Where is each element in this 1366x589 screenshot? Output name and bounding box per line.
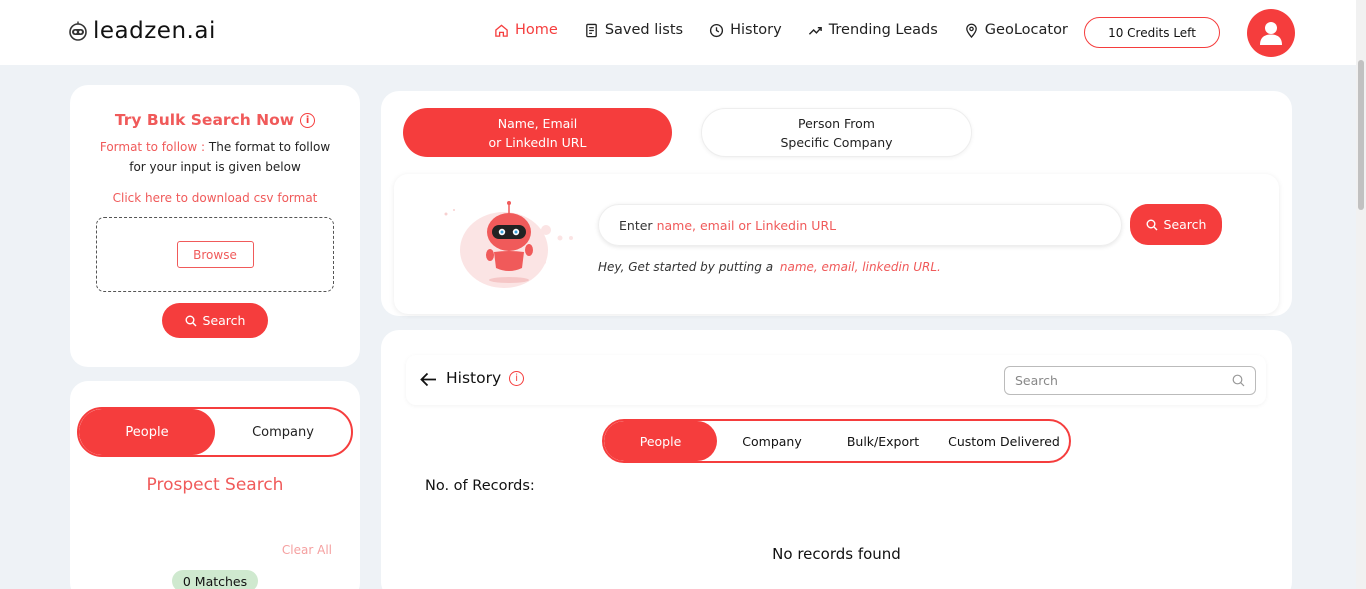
avatar[interactable] [1247, 9, 1295, 57]
history-tabs: People Company Bulk/Export Custom Delive… [602, 419, 1071, 463]
format-instructions: Format to follow : The format to follow … [70, 137, 360, 177]
prospect-search-card: People Company Prospect Search Clear All… [70, 381, 360, 589]
logo[interactable]: leadzen.ai [67, 18, 216, 44]
robot-illustration [444, 201, 573, 288]
nav-history-label: History [730, 22, 782, 38]
history-tab-bulk-export[interactable]: Bulk/Export [827, 421, 939, 461]
history-title: History [446, 369, 502, 387]
history-tab-custom-delivered[interactable]: Custom Delivered [939, 421, 1069, 461]
browse-button[interactable]: Browse [176, 241, 254, 268]
bulk-search-card: Try Bulk Search Now i Format to follow :… [70, 85, 360, 367]
tab-2-line-1: Person From [798, 115, 875, 131]
search-panel: Enter name, email or Linkedin URL Search… [394, 174, 1279, 314]
format-prefix: Format to follow : [99, 140, 206, 154]
logo-text: leadzen.ai [93, 18, 216, 44]
scrollbar-thumb[interactable] [1358, 60, 1364, 210]
clear-all-link[interactable]: Clear All [282, 543, 332, 557]
search-input-hint: name, email or Linkedin URL [656, 217, 837, 233]
lead-search-label: Search [1163, 217, 1207, 232]
nav-saved-lists-label: Saved lists [604, 22, 684, 38]
bulk-search-heading: Try Bulk Search Now i [70, 111, 360, 129]
lead-search-input[interactable]: Enter name, email or Linkedin URL [598, 204, 1122, 246]
prospect-search-title: Prospect Search [146, 475, 284, 495]
nav-geolocator-label: GeoLocator [984, 22, 1068, 38]
history-card: History i Search People Company Bulk/Exp… [381, 330, 1292, 589]
helper-prefix: Hey, Get started by putting a [598, 260, 774, 274]
nav-home-label: Home [515, 22, 558, 38]
matches-badge: 0 Matches [172, 570, 258, 589]
helper-hint: name, email, linkedin URL. [779, 260, 941, 274]
top-navbar: leadzen.ai Home Saved lists History Tren… [0, 0, 1366, 65]
location-pin-icon [965, 23, 977, 38]
toggle-people[interactable]: People [79, 409, 215, 455]
list-icon [585, 23, 597, 37]
search-card: Name, Email or LinkedIn URL Person From … [381, 91, 1292, 316]
empty-state-message: No records found [772, 545, 901, 563]
tab-2-line-2: Specific Company [780, 134, 893, 150]
file-dropzone[interactable]: Browse [96, 217, 334, 292]
history-search-placeholder: Search [1015, 373, 1058, 388]
clock-icon [710, 23, 724, 37]
people-company-toggle: People Company [77, 407, 353, 457]
history-tab-company[interactable]: Company [717, 421, 827, 461]
info-icon[interactable]: i [509, 370, 525, 386]
user-avatar-icon [1260, 22, 1282, 45]
robot-logo-icon [69, 21, 87, 41]
tab-1-line-2: or LinkedIn URL [488, 134, 587, 150]
records-count-label: No. of Records: [425, 478, 535, 494]
nav-trending-leads-label: Trending Leads [828, 22, 938, 38]
nav-saved-lists[interactable]: Saved lists [584, 22, 683, 38]
bulk-search-label: Search [202, 313, 246, 328]
history-search-input[interactable]: Search [1004, 366, 1256, 395]
tab-name-email-linkedin[interactable]: Name, Email or LinkedIn URL [403, 108, 672, 157]
info-icon[interactable]: i [300, 112, 316, 128]
lead-search-button[interactable]: Search [1130, 204, 1222, 245]
main-nav: Home Saved lists History Trending Leads … [494, 22, 1094, 38]
bulk-search-title: Try Bulk Search Now [114, 111, 295, 129]
search-input-prefix: Enter [619, 217, 653, 233]
back-arrow-icon[interactable] [420, 372, 437, 387]
search-helper-text: Hey, Get started by putting a name, emai… [598, 260, 941, 274]
nav-home[interactable]: Home [494, 22, 558, 38]
credits-button[interactable]: 10 Credits Left [1084, 17, 1220, 48]
search-icon [185, 315, 197, 326]
nav-trending-leads[interactable]: Trending Leads [808, 22, 938, 38]
toggle-company[interactable]: Company [215, 409, 351, 455]
search-icon [1232, 374, 1245, 387]
history-tab-people[interactable]: People [604, 421, 717, 461]
nav-history[interactable]: History [709, 22, 782, 38]
search-icon [1146, 219, 1158, 230]
history-header: History i Search [406, 355, 1266, 405]
tab-person-from-company[interactable]: Person From Specific Company [701, 108, 972, 157]
download-csv-link[interactable]: Click here to download csv format [70, 191, 360, 205]
nav-geolocator[interactable]: GeoLocator [964, 22, 1068, 38]
history-heading: History i [446, 369, 525, 387]
tab-1-line-1: Name, Email [497, 115, 578, 131]
home-icon [495, 23, 508, 37]
trend-icon [808, 26, 822, 35]
bulk-search-button[interactable]: Search [162, 303, 268, 338]
